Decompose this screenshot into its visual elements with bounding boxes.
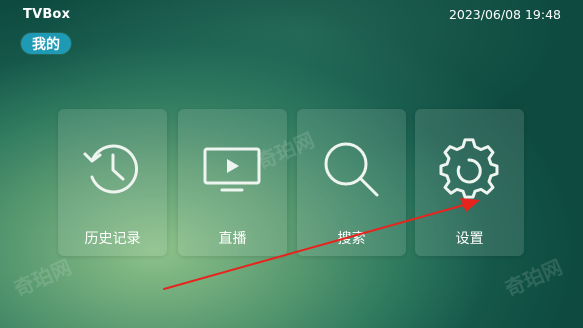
gear-icon (437, 137, 501, 201)
tile-live[interactable]: 直播 (178, 109, 287, 256)
tile-settings[interactable]: 设置 (415, 109, 524, 256)
mine-button[interactable]: 我的 (21, 33, 71, 54)
history-clock-icon (80, 137, 144, 201)
tile-live-label: 直播 (218, 231, 247, 247)
tv-play-icon (200, 137, 264, 201)
app-title: TVBox (23, 7, 71, 22)
mine-button-label: 我的 (32, 36, 60, 53)
tile-search-label: 搜索 (337, 231, 366, 247)
tile-search[interactable]: 搜索 (297, 109, 406, 256)
datetime-display: 2023/06/08 19:48 (448, 7, 561, 22)
search-icon (319, 137, 383, 201)
watermark: 奇珀网 (10, 254, 75, 302)
watermark: 奇珀网 (501, 254, 566, 302)
tile-history[interactable]: 历史记录 (58, 109, 167, 256)
tile-history-label: 历史记录 (84, 231, 141, 247)
tile-settings-label: 设置 (455, 231, 484, 247)
